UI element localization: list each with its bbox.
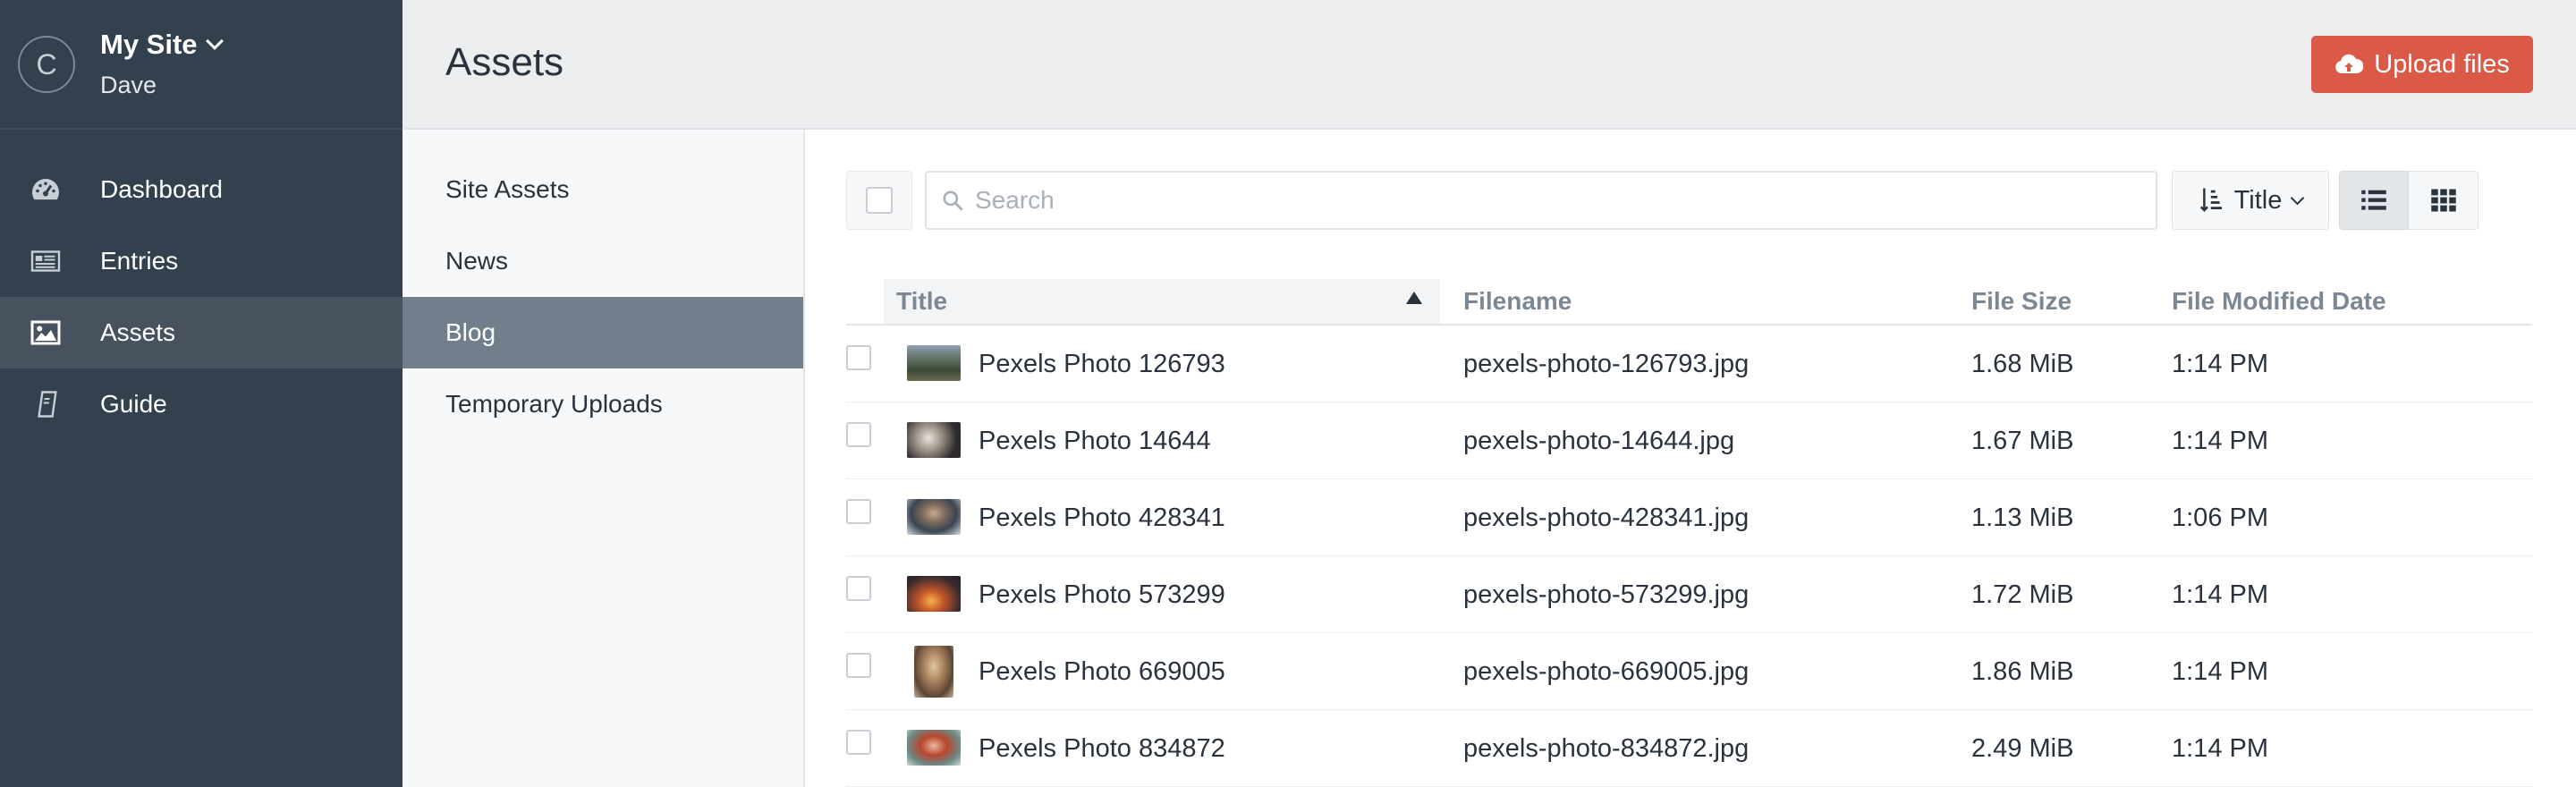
grid-view-button[interactable] — [2409, 171, 2479, 230]
search-input[interactable] — [975, 186, 2138, 215]
sort-menu-button[interactable]: Title — [2172, 171, 2329, 230]
grid-view-icon — [2430, 189, 2456, 212]
asset-title[interactable]: Pexels Photo 126793 — [979, 326, 1225, 402]
asset-size: 2.49 MiB — [1971, 733, 2074, 763]
user-name[interactable]: Dave — [100, 72, 157, 99]
nav-item-label: Assets — [100, 318, 176, 346]
site-header: C My Site Dave — [0, 0, 402, 130]
nav-item-assets[interactable]: Assets — [0, 297, 402, 368]
select-all-checkbox[interactable] — [846, 171, 912, 230]
row-checkbox[interactable] — [846, 730, 871, 755]
search-icon — [943, 190, 963, 211]
asset-filename: pexels-photo-573299.jpg — [1463, 580, 1750, 609]
source-news[interactable]: News — [402, 225, 803, 297]
asset-filename: pexels-photo-669005.jpg — [1463, 656, 1750, 686]
cloud-upload-icon — [2335, 54, 2364, 73]
asset-title[interactable]: Pexels Photo 14644 — [979, 402, 1211, 479]
asset-filename: pexels-photo-126793.jpg — [1463, 349, 1750, 378]
table-row[interactable]: Pexels Photo 834872 pexels-photo-834872.… — [846, 710, 2532, 787]
sort-ascending-icon — [1406, 292, 1422, 304]
asset-filename: pexels-photo-834872.jpg — [1463, 733, 1750, 763]
table-row[interactable]: Pexels Photo 669005 pexels-photo-669005.… — [846, 633, 2532, 710]
upload-files-label: Upload files — [2374, 49, 2510, 79]
asset-title[interactable]: Pexels Photo 669005 — [979, 633, 1225, 710]
asset-size: 1.13 MiB — [1971, 503, 2074, 532]
source-temporary-uploads[interactable]: Temporary Uploads — [402, 368, 803, 440]
sort-icon — [2199, 188, 2222, 212]
asset-title[interactable]: Pexels Photo 428341 — [979, 479, 1225, 556]
list-view-button[interactable] — [2339, 171, 2409, 230]
row-checkbox[interactable] — [846, 345, 871, 370]
nav-item-label: Guide — [100, 390, 167, 418]
sort-label: Title — [2233, 185, 2283, 215]
dashboard-icon — [0, 173, 100, 206]
checkbox-box — [866, 187, 893, 214]
assets-table: Title Filename File Size File Modified D… — [846, 279, 2532, 787]
thumbnail — [907, 345, 961, 381]
chevron-down-icon — [2291, 190, 2305, 205]
asset-filename: pexels-photo-14644.jpg — [1463, 426, 1735, 455]
table-row[interactable]: Pexels Photo 14644 pexels-photo-14644.jp… — [846, 402, 2532, 479]
thumbnail — [907, 730, 961, 766]
asset-date: 1:14 PM — [2172, 349, 2268, 378]
thumbnail — [907, 499, 961, 535]
nav-item-dashboard[interactable]: Dashboard — [0, 154, 402, 225]
thumbnail — [907, 576, 961, 612]
nav-item-entries[interactable]: Entries — [0, 225, 402, 297]
source-blog[interactable]: Blog — [402, 297, 803, 368]
asset-title[interactable]: Pexels Photo 834872 — [979, 710, 1225, 787]
site-logo: C — [18, 36, 75, 93]
thumbnail — [914, 646, 953, 698]
column-header-filename[interactable]: Filename — [1463, 279, 1572, 324]
column-header-title[interactable]: Title — [884, 279, 1440, 324]
source-site-assets[interactable]: Site Assets — [402, 154, 803, 225]
table-row[interactable]: Pexels Photo 126793 pexels-photo-126793.… — [846, 326, 2532, 402]
global-nav: Dashboard Entries Assets Guide — [0, 154, 402, 440]
row-checkbox[interactable] — [846, 576, 871, 601]
sources-sidebar: Site Assets News Blog Temporary Uploads — [402, 130, 805, 787]
asset-filename: pexels-photo-428341.jpg — [1463, 503, 1750, 532]
column-header-file-size[interactable]: File Size — [1971, 279, 2072, 324]
asset-date: 1:14 PM — [2172, 580, 2268, 609]
global-sidebar: C My Site Dave Dashboard Entries Assets — [0, 0, 402, 787]
toolbar: Title — [846, 171, 2479, 230]
table-row[interactable]: Pexels Photo 428341 pexels-photo-428341.… — [846, 479, 2532, 556]
asset-size: 1.86 MiB — [1971, 656, 2074, 686]
asset-size: 1.72 MiB — [1971, 580, 2074, 609]
main-content: Title Title Filename File Size File Modi… — [805, 130, 2576, 787]
upload-files-button[interactable]: Upload files — [2311, 36, 2533, 93]
table-header: Title Filename File Size File Modified D… — [846, 279, 2532, 326]
image-icon — [0, 317, 100, 349]
thumbnail — [907, 422, 961, 458]
row-checkbox[interactable] — [846, 422, 871, 447]
asset-title[interactable]: Pexels Photo 573299 — [979, 556, 1225, 633]
guide-icon — [0, 388, 100, 420]
table-row[interactable]: Pexels Photo 573299 pexels-photo-573299.… — [846, 556, 2532, 633]
row-checkbox[interactable] — [846, 499, 871, 524]
asset-date: 1:06 PM — [2172, 503, 2268, 532]
asset-date: 1:14 PM — [2172, 426, 2268, 455]
page-header: Assets Upload files — [402, 0, 2576, 130]
nav-item-label: Entries — [100, 247, 179, 275]
asset-size: 1.67 MiB — [1971, 426, 2074, 455]
entries-icon — [0, 245, 100, 277]
asset-date: 1:14 PM — [2172, 656, 2268, 686]
asset-date: 1:14 PM — [2172, 733, 2268, 763]
page-title: Assets — [445, 40, 564, 84]
nav-item-guide[interactable]: Guide — [0, 368, 402, 440]
asset-size: 1.68 MiB — [1971, 349, 2074, 378]
search-box — [925, 171, 2157, 230]
site-switcher[interactable]: My Site — [100, 29, 224, 61]
list-view-icon — [2361, 190, 2386, 210]
nav-item-label: Dashboard — [100, 175, 223, 203]
column-header-label: Title — [896, 287, 948, 315]
chevron-down-icon — [205, 32, 224, 50]
column-header-file-modified-date[interactable]: File Modified Date — [2172, 279, 2386, 324]
row-checkbox[interactable] — [846, 653, 871, 678]
site-name: My Site — [100, 29, 198, 60]
